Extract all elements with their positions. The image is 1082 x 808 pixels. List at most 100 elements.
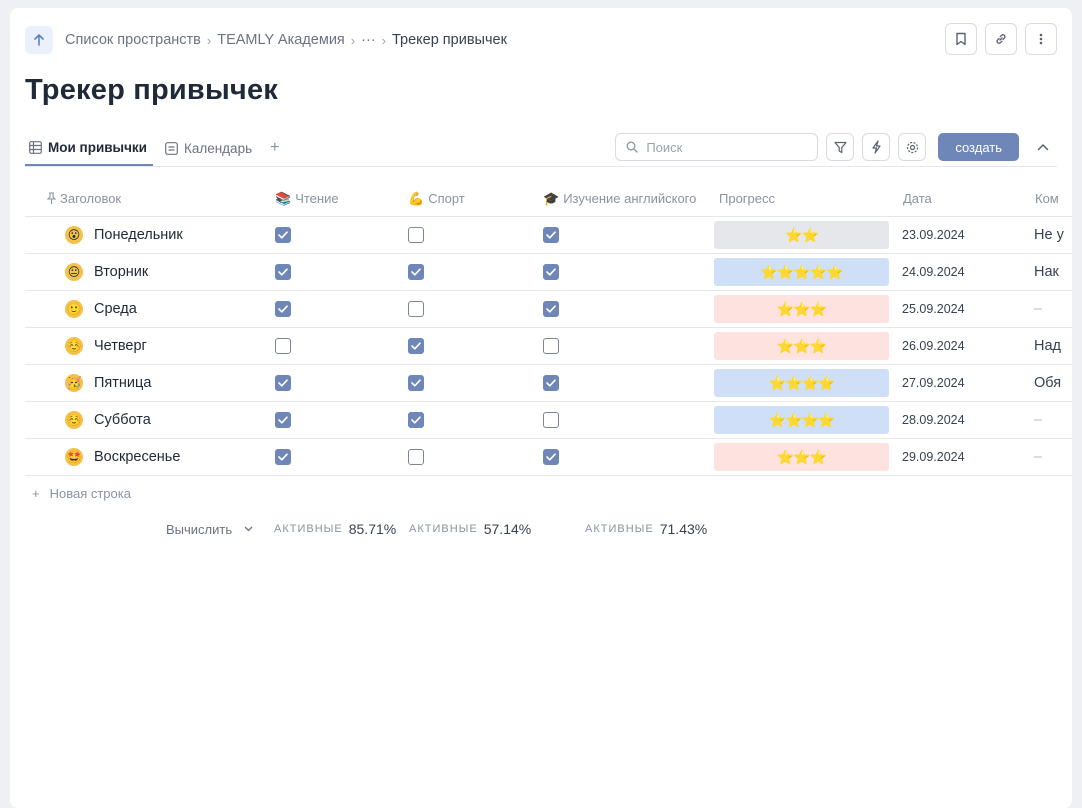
table-row[interactable]: 🥳 Пятница ⭐⭐⭐⭐ 27.09.2024 Обя: [25, 365, 1072, 402]
english-checkbox[interactable]: [543, 412, 559, 428]
reading-checkbox[interactable]: [275, 264, 291, 280]
check-icon: [278, 379, 288, 387]
graduation-cap-icon: 🎓: [543, 190, 560, 206]
english-checkbox[interactable]: [543, 338, 559, 354]
title-cell[interactable]: 😮 Понедельник: [65, 217, 183, 253]
table-row[interactable]: 😮 Понедельник ⭐⭐ 23.09.2024 Не у: [25, 217, 1072, 254]
date-cell[interactable]: 27.09.2024: [902, 365, 965, 401]
column-header-sport[interactable]: 💪 Спорт: [408, 180, 465, 217]
search-icon: [626, 141, 638, 153]
more-button[interactable]: [1025, 23, 1057, 55]
tabs-divider: [25, 166, 1057, 167]
english-checkbox[interactable]: [543, 227, 559, 243]
english-checkbox[interactable]: [543, 375, 559, 391]
progress-cell[interactable]: ⭐⭐⭐: [714, 439, 889, 475]
reading-checkbox[interactable]: [275, 301, 291, 317]
sport-checkbox[interactable]: [408, 338, 424, 354]
progress-cell[interactable]: ⭐⭐⭐: [714, 291, 889, 327]
table-row[interactable]: 🙂 Среда ⭐⭐⭐ 25.09.2024 –: [25, 291, 1072, 328]
sport-checkbox[interactable]: [408, 301, 424, 317]
date-value: 26.09.2024: [902, 339, 965, 353]
date-cell[interactable]: 29.09.2024: [902, 439, 965, 475]
sport-checkbox-cell: [408, 365, 424, 401]
up-arrow-button[interactable]: [25, 26, 53, 54]
comment-cell[interactable]: –: [1034, 291, 1042, 327]
tab-my-habits[interactable]: Мои привычки: [25, 130, 153, 166]
filter-button[interactable]: [826, 133, 855, 161]
english-checkbox[interactable]: [543, 301, 559, 317]
column-header-title[interactable]: Заголовок: [47, 180, 121, 217]
progress-cell[interactable]: ⭐⭐⭐⭐⭐: [714, 254, 889, 290]
collapse-button[interactable]: [1029, 133, 1057, 161]
date-cell[interactable]: 23.09.2024: [902, 217, 965, 253]
column-header-label: Изучение английского: [563, 191, 697, 206]
reading-checkbox[interactable]: [275, 412, 291, 428]
reading-checkbox[interactable]: [275, 338, 291, 354]
column-header-english[interactable]: 🎓 Изучение английского: [543, 180, 696, 217]
english-checkbox[interactable]: [543, 449, 559, 465]
add-view-button[interactable]: +: [270, 139, 279, 157]
summary-english[interactable]: активные 71.43%: [585, 520, 707, 538]
sport-checkbox[interactable]: [408, 264, 424, 280]
create-button[interactable]: создать: [938, 133, 1019, 161]
comment-cell[interactable]: Не у: [1034, 217, 1064, 253]
day-name: Вторник: [94, 264, 149, 280]
sport-checkbox[interactable]: [408, 412, 424, 428]
progress-cell[interactable]: ⭐⭐⭐⭐: [714, 365, 889, 401]
check-icon: [411, 268, 421, 276]
arrow-up-icon: [34, 34, 44, 46]
progress-cell[interactable]: ⭐⭐⭐⭐: [714, 402, 889, 438]
column-header-comment[interactable]: Ком: [1035, 180, 1059, 217]
sport-checkbox[interactable]: [408, 449, 424, 465]
title-cell[interactable]: 🤩 Воскресенье: [65, 439, 180, 475]
reading-checkbox[interactable]: [275, 227, 291, 243]
column-header-date[interactable]: Дата: [903, 180, 932, 217]
summary-reading[interactable]: активные 85.71%: [274, 520, 396, 538]
day-name: Среда: [94, 301, 137, 317]
table-row[interactable]: ☺️ Четверг ⭐⭐⭐ 26.09.2024 Над: [25, 328, 1072, 365]
breadcrumb-item-more[interactable]: ···: [361, 32, 376, 48]
breadcrumb-item-academy[interactable]: TEAMLY Академия: [217, 32, 345, 48]
tab-calendar[interactable]: Календарь: [161, 130, 258, 166]
comment-cell[interactable]: Нак: [1034, 254, 1059, 290]
date-cell[interactable]: 28.09.2024: [902, 402, 965, 438]
comment-cell[interactable]: Обя: [1034, 365, 1061, 401]
table-row[interactable]: 😐 Вторник ⭐⭐⭐⭐⭐ 24.09.2024 Нак: [25, 254, 1072, 291]
date-cell[interactable]: 24.09.2024: [902, 254, 965, 290]
date-cell[interactable]: 25.09.2024: [902, 291, 965, 327]
column-header-reading[interactable]: 📚 Чтение: [275, 180, 339, 217]
breadcrumb-item-spaces[interactable]: Список пространств: [65, 32, 201, 48]
comment-cell[interactable]: –: [1034, 439, 1042, 475]
title-cell[interactable]: 😐 Вторник: [65, 254, 148, 290]
table-row[interactable]: ☺️ Суббота ⭐⭐⭐⭐ 28.09.2024 –: [25, 402, 1072, 439]
new-row-button[interactable]: + Новая строка: [32, 486, 131, 501]
calculate-dropdown[interactable]: Вычислить: [166, 520, 253, 538]
summary-sport[interactable]: активные 57.14%: [409, 520, 531, 538]
title-cell[interactable]: 🙂 Среда: [65, 291, 137, 327]
comment-cell[interactable]: –: [1034, 402, 1042, 438]
sport-checkbox[interactable]: [408, 227, 424, 243]
title-cell[interactable]: ☺️ Четверг: [65, 328, 147, 364]
date-cell[interactable]: 26.09.2024: [902, 328, 965, 364]
progress-cell[interactable]: ⭐⭐: [714, 217, 889, 253]
automation-button[interactable]: [862, 133, 891, 161]
title-cell[interactable]: ☺️ Суббота: [65, 402, 151, 438]
search-box[interactable]: [615, 133, 819, 161]
comment-cell[interactable]: Над: [1034, 328, 1061, 364]
calculate-label: Вычислить: [166, 521, 233, 537]
copy-link-button[interactable]: [985, 23, 1017, 55]
sport-checkbox[interactable]: [408, 375, 424, 391]
search-input[interactable]: [646, 139, 807, 155]
english-checkbox[interactable]: [543, 264, 559, 280]
sport-checkbox-cell: [408, 291, 424, 327]
column-header-progress[interactable]: Прогресс: [719, 180, 775, 217]
day-emoji: 🤩: [65, 448, 83, 466]
table-row[interactable]: 🤩 Воскресенье ⭐⭐⭐ 29.09.2024 –: [25, 439, 1072, 476]
reading-checkbox[interactable]: [275, 449, 291, 465]
day-name: Пятница: [94, 375, 152, 391]
settings-button[interactable]: [898, 133, 927, 161]
progress-cell[interactable]: ⭐⭐⭐: [714, 328, 889, 364]
reading-checkbox[interactable]: [275, 375, 291, 391]
bookmark-button[interactable]: [945, 23, 977, 55]
title-cell[interactable]: 🥳 Пятница: [65, 365, 151, 401]
